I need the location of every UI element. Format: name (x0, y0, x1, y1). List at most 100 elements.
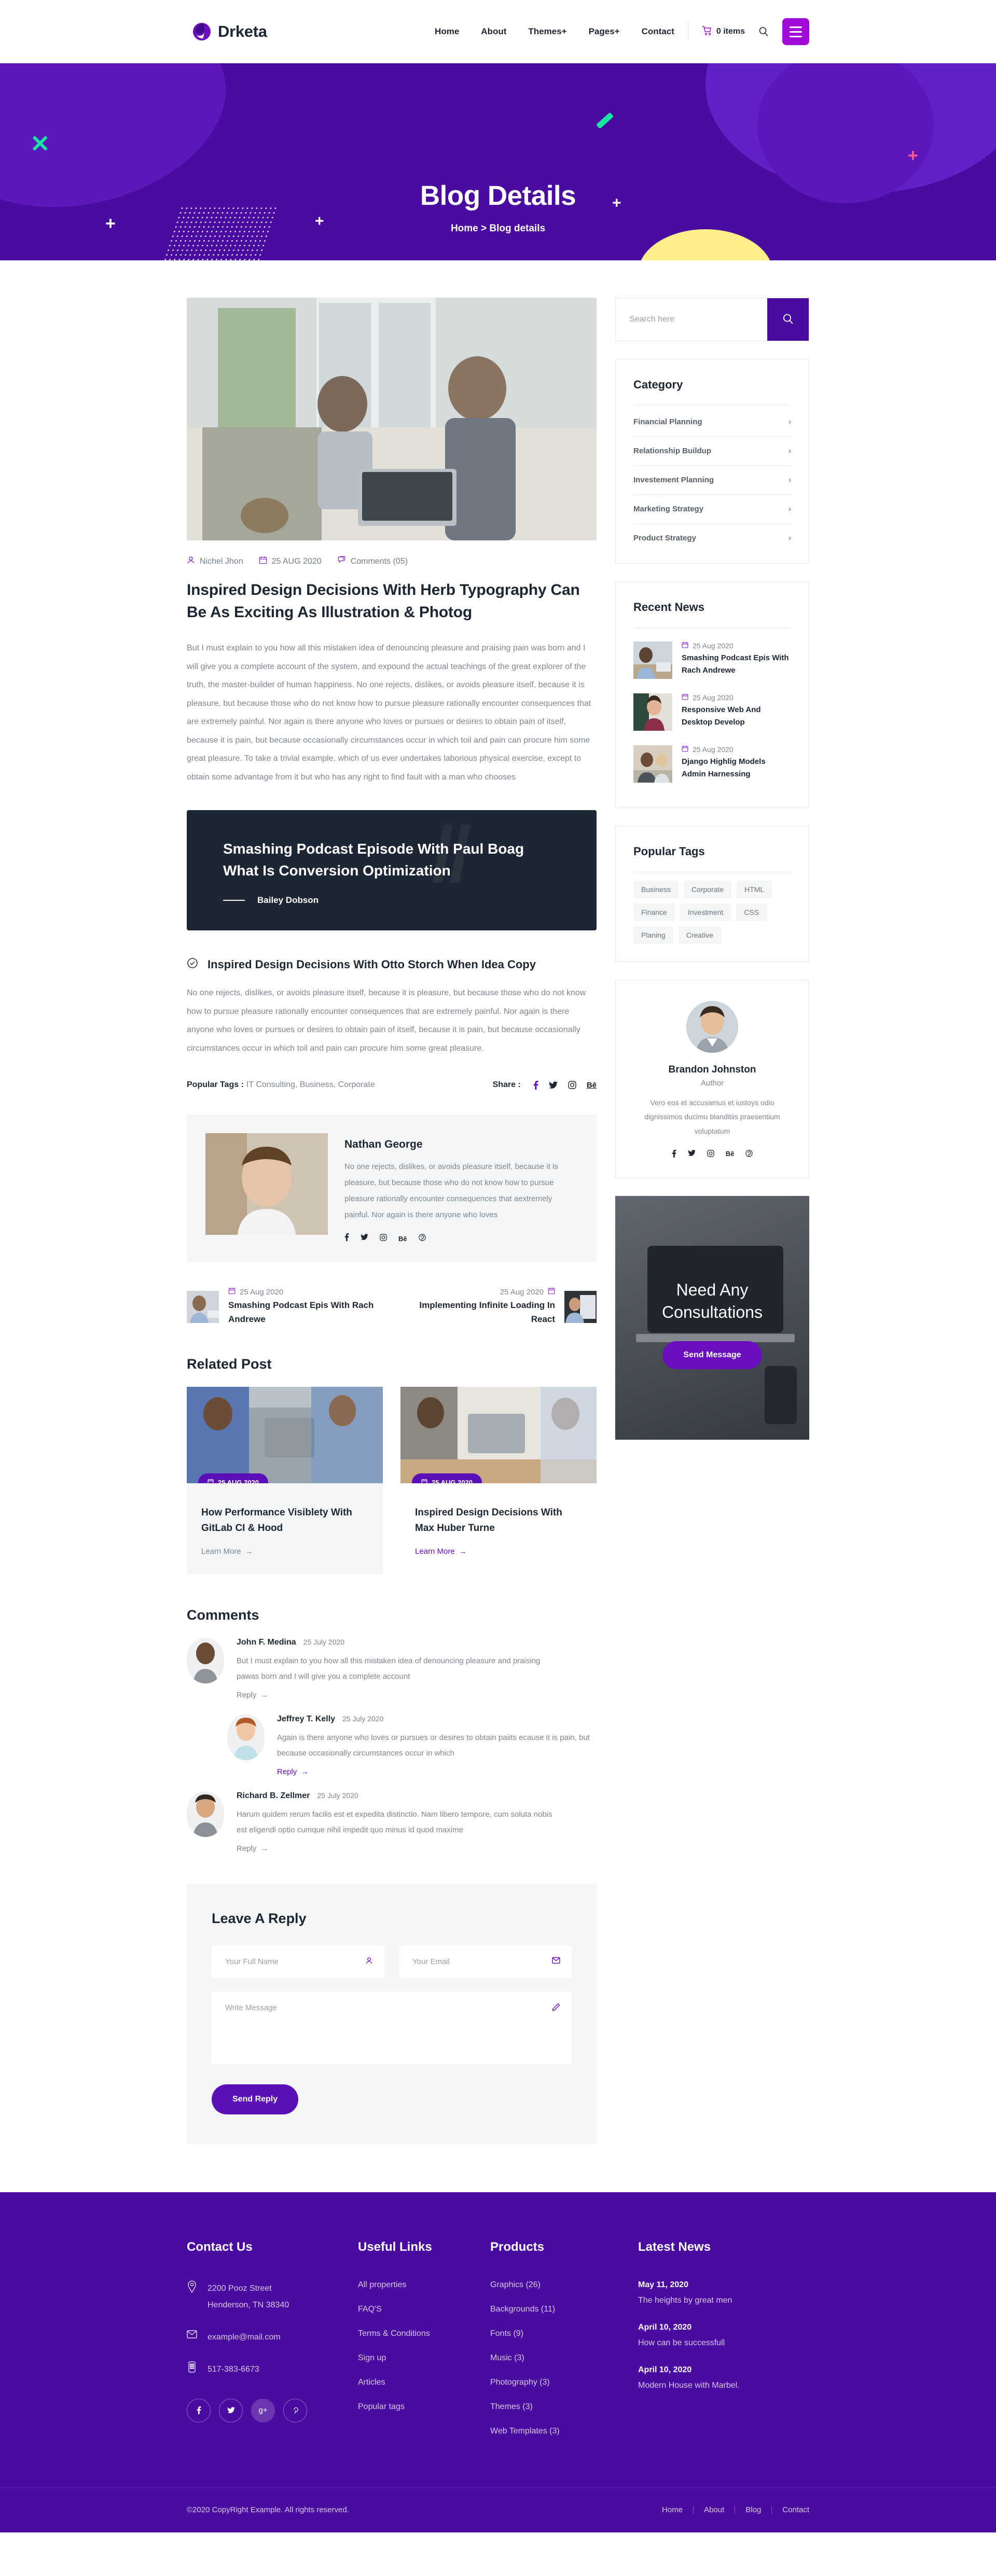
footer-link-item[interactable]: Fonts (9) (490, 2329, 617, 2338)
related-post-learn-more[interactable]: Learn More → (201, 1547, 253, 1556)
related-post-learn-more[interactable]: Learn More → (415, 1547, 467, 1556)
facebook-icon[interactable] (187, 2398, 211, 2422)
pinterest-icon[interactable] (745, 1150, 753, 1160)
footer-link-item[interactable]: Articles (358, 2378, 469, 2387)
send-message-button[interactable]: Send Message (662, 1341, 762, 1370)
related-post-card[interactable]: 25 AUG 2020 How Performance Visiblety Wi… (187, 1387, 383, 1574)
behance-icon[interactable]: Bē (398, 1235, 407, 1243)
google-plus-icon[interactable]: g+ (251, 2398, 275, 2422)
nav-item-about[interactable]: About (481, 26, 506, 37)
footer-bottom-link-home[interactable]: Home (662, 2505, 683, 2514)
footer-phone-row[interactable]: 517-383-6673 (187, 2361, 337, 2378)
category-link[interactable]: Marketing Strategy (633, 505, 703, 513)
tag-chip[interactable]: Creative (678, 926, 721, 944)
category-link[interactable]: Financial Planning (633, 417, 702, 426)
footer-link-item[interactable]: Themes (3) (490, 2402, 617, 2412)
tag-chip[interactable]: Corporate (683, 881, 732, 898)
footer-link-item[interactable]: Sign up (358, 2354, 469, 2363)
footer-link-item[interactable]: All properties (358, 2280, 469, 2290)
footer-link-item[interactable]: Web Templates (3) (490, 2427, 617, 2436)
email-input[interactable] (399, 1945, 572, 1978)
nav-item-pages[interactable]: Pages+ (589, 26, 620, 37)
popular-tags-value[interactable]: IT Consulting, Business, Corporate (246, 1080, 375, 1090)
pinterest-icon[interactable] (283, 2398, 307, 2422)
comment-reply-link[interactable]: Reply → (237, 1691, 268, 1700)
category-item[interactable]: Relationship Buildup › (633, 437, 791, 466)
twitter-icon[interactable] (548, 1081, 558, 1089)
footer-link[interactable]: Terms & Conditions (358, 2329, 430, 2338)
footer-link-item[interactable]: Backgrounds (11) (490, 2305, 617, 2314)
search-submit-button[interactable] (767, 298, 809, 341)
category-item[interactable]: Financial Planning › (633, 408, 791, 437)
tag-chip[interactable]: CSS (736, 903, 767, 921)
footer-email-row[interactable]: example@mail.com (187, 2329, 337, 2346)
footer-news-item[interactable]: April 10, 2020 Modern House with Marbel. (638, 2365, 809, 2390)
recent-news-item[interactable]: 25 Aug 2020 Django Highlig Models Admin … (633, 738, 791, 790)
footer-bottom-link-blog[interactable]: Blog (745, 2505, 761, 2514)
full-name-input[interactable] (212, 1945, 384, 1978)
footer-link-item[interactable]: FAQ'S (358, 2305, 469, 2314)
instagram-icon[interactable] (707, 1150, 714, 1160)
brand-logo[interactable]: Drketa (187, 22, 267, 41)
footer-link[interactable]: Themes (3) (490, 2402, 533, 2411)
footer-bottom-link-contact[interactable]: Contact (782, 2505, 809, 2514)
footer-link[interactable]: Photography (3) (490, 2378, 550, 2387)
recent-news-item[interactable]: 25 Aug 2020 Smashing Podcast Epis With R… (633, 634, 791, 686)
tag-chip[interactable]: Investment (680, 903, 731, 921)
twitter-icon[interactable] (361, 1234, 368, 1243)
tag-chip[interactable]: Business (633, 881, 679, 898)
footer-link-item[interactable]: Terms & Conditions (358, 2329, 469, 2338)
category-item[interactable]: Marketing Strategy › (633, 495, 791, 524)
footer-news-item[interactable]: May 11, 2020 The heights by great men (638, 2280, 809, 2305)
footer-news-item[interactable]: April 10, 2020 How can be successfull (638, 2323, 809, 2348)
category-link[interactable]: Relationship Buildup (633, 447, 711, 455)
footer-link-item[interactable]: Music (3) (490, 2354, 617, 2363)
prev-post-link[interactable]: 25 Aug 2020 Smashing Podcast Epis With R… (187, 1287, 403, 1326)
next-post-link[interactable]: 25 Aug 2020 Implementing Infinite Loadin… (403, 1287, 597, 1326)
nav-item-contact[interactable]: Contact (642, 26, 674, 37)
tag-chip[interactable]: Planing (633, 926, 673, 944)
comment-reply-link[interactable]: Reply → (237, 1844, 268, 1853)
related-post-card[interactable]: 25 AUG 2020 Inspired Design Decisions Wi… (400, 1387, 597, 1574)
category-link[interactable]: Investement Planning (633, 476, 714, 484)
footer-link[interactable]: FAQ'S (358, 2305, 382, 2314)
footer-link[interactable]: Music (3) (490, 2354, 524, 2362)
tag-chip[interactable]: HTML (737, 881, 772, 898)
recent-news-item[interactable]: 25 Aug 2020 Responsive Web And Desktop D… (633, 686, 791, 738)
footer-link-item[interactable]: Photography (3) (490, 2378, 617, 2387)
footer-link[interactable]: Backgrounds (11) (490, 2305, 555, 2314)
search-icon[interactable] (758, 26, 769, 37)
behance-icon[interactable]: Bē (587, 1081, 597, 1090)
instagram-icon[interactable] (380, 1234, 387, 1244)
comment-reply-link[interactable]: Reply → (277, 1767, 309, 1776)
tag-chip[interactable]: Finance (633, 903, 675, 921)
facebook-icon[interactable] (672, 1149, 676, 1160)
footer-link[interactable]: Popular tags (358, 2402, 405, 2411)
twitter-icon[interactable] (219, 2398, 243, 2422)
instagram-icon[interactable] (568, 1081, 576, 1090)
category-link[interactable]: Product Strategy (633, 534, 696, 542)
facebook-icon[interactable] (533, 1080, 538, 1090)
footer-link[interactable]: Graphics (26) (490, 2280, 541, 2289)
behance-icon[interactable]: Bē (726, 1150, 735, 1160)
facebook-icon[interactable] (344, 1233, 349, 1244)
footer-link[interactable]: Fonts (9) (490, 2329, 523, 2338)
search-input[interactable] (616, 298, 767, 341)
pinterest-icon[interactable] (418, 1234, 426, 1244)
category-item[interactable]: Investement Planning › (633, 466, 791, 495)
message-textarea[interactable] (212, 1991, 572, 2064)
cart-button[interactable]: 0 items (702, 25, 745, 38)
nav-item-themes[interactable]: Themes+ (528, 26, 566, 37)
send-reply-button[interactable]: Send Reply (212, 2084, 299, 2114)
footer-link-item[interactable]: Popular tags (358, 2402, 469, 2412)
hamburger-icon[interactable] (782, 18, 809, 45)
footer-link[interactable]: All properties (358, 2280, 406, 2289)
twitter-icon[interactable] (687, 1150, 696, 1160)
footer-link[interactable]: Articles (358, 2378, 385, 2387)
footer-link-item[interactable]: Graphics (26) (490, 2280, 617, 2290)
category-item[interactable]: Product Strategy › (633, 524, 791, 546)
nav-item-home[interactable]: Home (435, 26, 459, 37)
footer-link[interactable]: Sign up (358, 2354, 386, 2362)
footer-bottom-link-about[interactable]: About (704, 2505, 724, 2514)
footer-link[interactable]: Web Templates (3) (490, 2427, 560, 2435)
